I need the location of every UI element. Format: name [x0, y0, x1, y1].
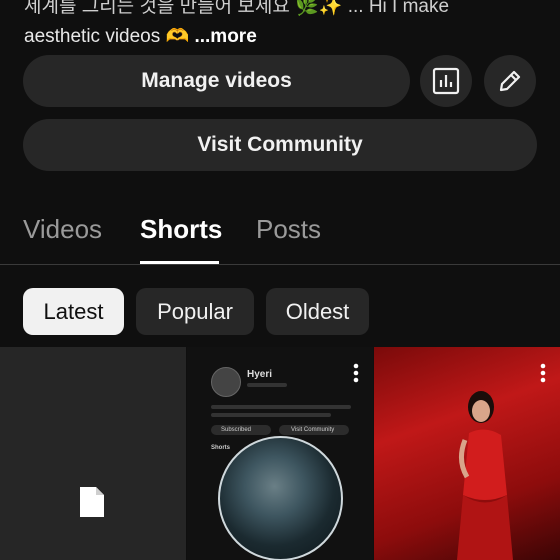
mini-text-line: [211, 413, 331, 417]
mini-community-label: Visit Community: [291, 427, 335, 433]
visit-community-button[interactable]: Visit Community: [23, 119, 537, 171]
filter-chip-latest[interactable]: Latest: [23, 288, 124, 335]
analytics-button[interactable]: [420, 55, 472, 107]
more-options-icon[interactable]: [353, 363, 359, 383]
mini-text-line: [247, 383, 287, 387]
more-options-icon[interactable]: [540, 363, 546, 383]
mini-avatar: [211, 367, 241, 397]
description-line-2: aesthetic videos 🫶 ...more: [24, 22, 544, 52]
channel-description: 세계를 그리는 것을 만들어 보세요 🌿✨ ... Hi I make aest…: [24, 0, 544, 52]
more-link[interactable]: ...more: [194, 26, 256, 47]
selected-tab-indicator: [140, 261, 219, 264]
mini-shorts-tab: Shorts: [211, 445, 231, 451]
short-tile-1[interactable]: [0, 347, 186, 560]
filter-chip-label: Popular: [157, 298, 233, 324]
pencil-icon: [499, 70, 521, 92]
manage-videos-label: Manage videos: [141, 69, 292, 92]
filter-chip-label: Oldest: [285, 298, 350, 324]
manage-videos-button[interactable]: Manage videos: [23, 55, 410, 107]
description-text: aesthetic videos 🫶: [24, 26, 190, 47]
document-icon: [80, 487, 104, 517]
edit-button[interactable]: [484, 55, 536, 107]
performer-figure: [457, 391, 513, 560]
profile-screenshot-thumbnail: Hyeri Subscribed Visit Community Shorts: [187, 347, 373, 560]
tab-posts[interactable]: Posts: [256, 214, 321, 245]
tab-videos[interactable]: Videos: [23, 214, 102, 245]
short-tile-2[interactable]: Hyeri Subscribed Visit Community Shorts: [187, 347, 373, 560]
channel-tabs: Videos Shorts Posts: [0, 200, 560, 265]
analytics-icon: [432, 67, 460, 95]
mini-text-line: [211, 405, 351, 409]
mini-channel-name: Hyeri: [247, 369, 273, 380]
visit-community-label: Visit Community: [197, 133, 363, 156]
filter-chip-label: Latest: [43, 298, 104, 324]
mini-subscribed-label: Subscribed: [221, 427, 252, 433]
description-line-1: 세계를 그리는 것을 만들어 보세요 🌿✨ ... Hi I make: [24, 0, 450, 17]
filter-chip-popular[interactable]: Popular: [136, 288, 254, 335]
circular-photo: [218, 436, 343, 560]
filter-chip-oldest[interactable]: Oldest: [266, 288, 369, 335]
tab-shorts[interactable]: Shorts: [140, 214, 222, 245]
